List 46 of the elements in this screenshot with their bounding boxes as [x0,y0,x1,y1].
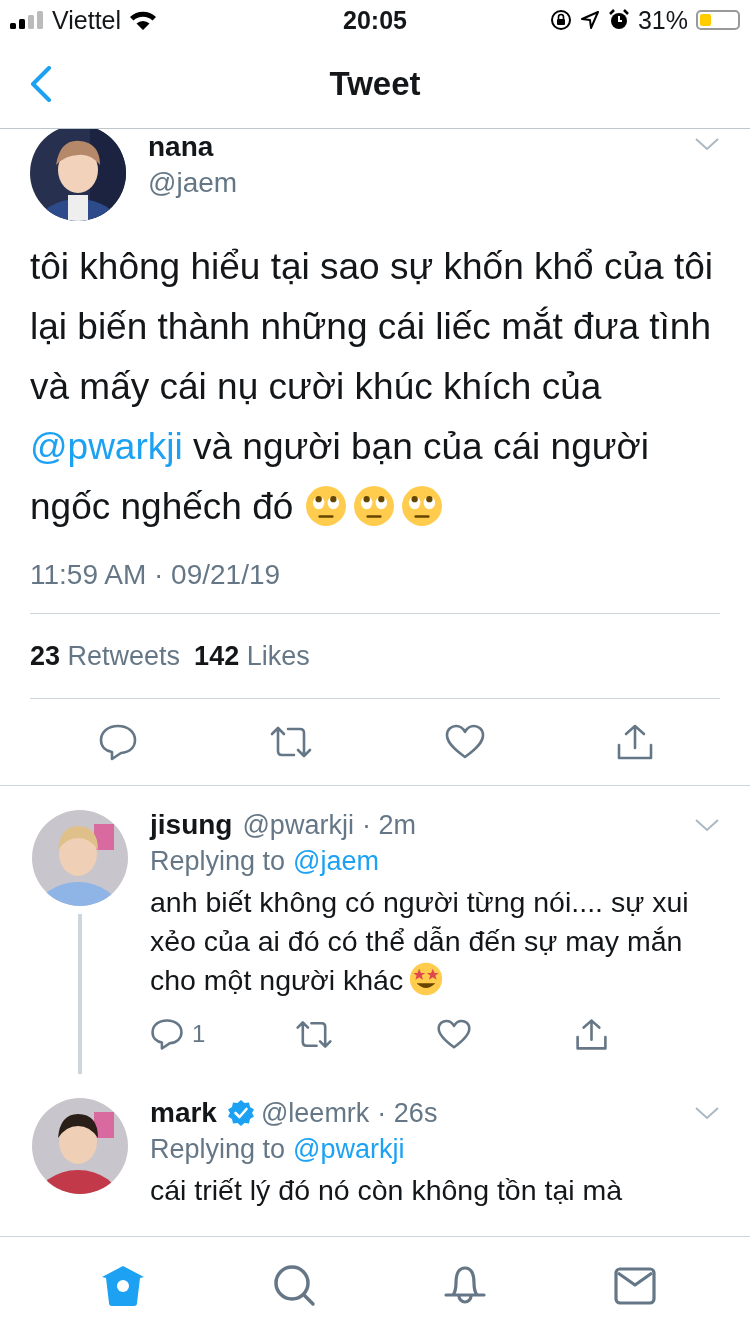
messages-tab-icon[interactable] [614,1266,656,1305]
share-icon[interactable] [575,1017,608,1051]
carrier-name: Viettel [52,5,122,35]
author-handle[interactable]: @jaem [148,165,238,201]
reply-author-name[interactable]: jisung [150,809,233,841]
reply-author-handle[interactable]: @pwarkji [242,809,354,841]
reply-time: · 2m [361,809,416,841]
eye-roll-emoji-icon [305,485,348,527]
wifi-icon [129,10,158,30]
mention-link[interactable]: @pwarkji [293,1134,405,1165]
reply-text: cái triết lý đó nó còn không tồn tại mà [150,1173,624,1208]
like-count[interactable]: 142 Likes [194,640,310,672]
star-eyes-emoji-icon [409,962,444,996]
retweet-count[interactable]: 23 Retweets [30,640,181,672]
back-icon[interactable] [30,66,52,102]
reply-count: 1 [192,1020,206,1048]
rotation-lock-icon [549,9,572,31]
tweet-text: tôi không hiểu tại sao sự khốn khổ của tôi lại biến thành những cái liếc mắt đưa tình và mấy cái nụ cười khúc khích của @pwarkji và người bạn của cái người ngốc nghếch đó [30,245,714,529]
replying-label: Replying to [150,846,286,877]
reply-icon[interactable] [98,722,138,762]
alarm-clock-icon [607,9,630,31]
battery-percent: 31% [637,5,688,35]
heart-icon[interactable] [437,1018,471,1050]
signal-icon [10,11,44,29]
retweet-icon[interactable] [269,724,314,760]
home-tab-icon[interactable] [100,1264,146,1307]
reply-author-handle[interactable]: @leemrk [260,1097,370,1129]
search-tab-icon[interactable] [274,1264,316,1307]
mention-link[interactable]: @pwarkji [30,426,183,467]
replying-label: Replying to [150,1134,286,1165]
heart-icon[interactable] [444,724,485,760]
page-title: Tweet [329,65,421,103]
retweet-icon[interactable] [295,1018,333,1050]
eye-roll-emoji-icon [353,485,396,527]
clock-time: 20:05 [343,5,407,35]
reply-text: anh biết không có người từng nói.... sự xui xẻo của ai đó có thể dẫn đến sự may mắn cho một người khác [150,885,690,998]
eye-roll-emoji-icon [401,485,444,527]
mention-link[interactable]: @jaem [293,846,380,877]
author-name[interactable]: nana [148,129,238,165]
reply-author-name[interactable]: mark [150,1097,217,1129]
share-icon[interactable] [616,723,654,761]
battery-icon [696,10,740,30]
location-arrow-icon [579,10,600,30]
reply-time: · 26s [377,1097,438,1129]
tweet-timestamp: 11:59 AM · 09/21/19 [30,559,720,614]
reply-icon[interactable] [150,1017,184,1051]
